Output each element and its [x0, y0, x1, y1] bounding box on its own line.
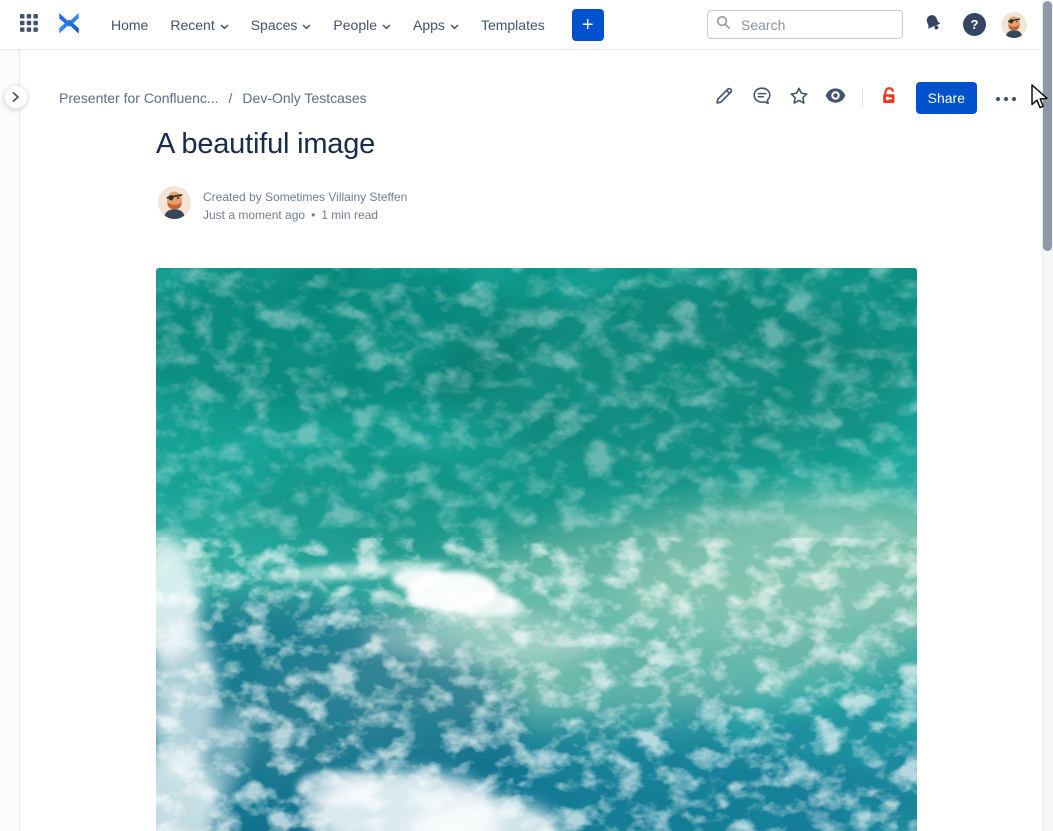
share-button[interactable]: Share	[916, 82, 977, 114]
chevron-down-icon	[450, 17, 459, 33]
nav-label: Spaces	[251, 17, 298, 33]
chevron-down-icon	[382, 17, 391, 33]
bell-icon	[922, 12, 944, 37]
collapsed-sidebar-rail	[0, 50, 20, 831]
nav-label: Templates	[481, 17, 545, 33]
create-button[interactable]: +	[572, 9, 604, 41]
notifications-button[interactable]	[918, 8, 948, 41]
vertical-scrollbar[interactable]	[1042, 0, 1053, 831]
nav-item-apps[interactable]: Apps	[402, 11, 470, 39]
global-search[interactable]	[707, 10, 903, 39]
chevron-right-icon	[12, 90, 20, 105]
byline-created-by: Created by Sometimes Villainy Steffen	[203, 188, 407, 206]
comment-button[interactable]	[748, 84, 776, 112]
nav-label: Apps	[413, 17, 445, 33]
ocean-image	[156, 268, 917, 831]
help-button[interactable]: ?	[963, 13, 986, 36]
byline-meta: Created by Sometimes Villainy Steffen Ju…	[203, 186, 407, 224]
star-icon	[788, 85, 810, 112]
nav-item-spaces[interactable]: Spaces	[240, 11, 323, 39]
comment-icon	[751, 85, 773, 112]
app-switcher-button[interactable]	[14, 8, 44, 41]
breadcrumb-space-link[interactable]: Presenter for Confluenc...	[59, 90, 219, 106]
expand-sidebar-button[interactable]	[4, 85, 28, 109]
nav-item-recent[interactable]: Recent	[159, 11, 239, 39]
unlocked-icon	[879, 85, 899, 111]
user-avatar[interactable]	[1001, 12, 1027, 38]
breadcrumb-separator: /	[229, 90, 233, 106]
breadcrumb-page-link[interactable]: Dev-Only Testcases	[242, 90, 366, 106]
nav-item-people[interactable]: People	[322, 11, 402, 39]
search-input[interactable]	[739, 16, 893, 34]
more-icon	[995, 89, 1017, 107]
navbar-right: ?	[707, 8, 1053, 41]
pencil-icon	[714, 85, 735, 111]
confluence-logo	[56, 10, 82, 39]
breadcrumb: Presenter for Confluenc... / Dev-Only Te…	[59, 90, 367, 106]
favorite-button[interactable]	[785, 84, 813, 112]
navbar-left: Home Recent Spaces People Apps	[0, 6, 604, 43]
top-navbar: Home Recent Spaces People Apps	[0, 0, 1053, 50]
more-actions-button[interactable]	[992, 84, 1020, 112]
watch-button[interactable]	[822, 84, 850, 112]
home-logo-button[interactable]	[52, 6, 86, 43]
page-title: A beautiful image	[156, 128, 375, 161]
actions-divider	[862, 88, 863, 108]
restrictions-button[interactable]	[875, 84, 903, 112]
primary-nav: Home Recent Spaces People Apps	[100, 11, 556, 39]
nav-label: Recent	[170, 17, 214, 33]
nav-label: People	[333, 17, 377, 33]
nav-item-home[interactable]: Home	[100, 11, 159, 39]
page-actions: Share	[711, 82, 1020, 114]
byline-read-time: 1 min read	[321, 206, 378, 224]
nav-label: Home	[111, 17, 148, 33]
author-avatar[interactable]	[158, 186, 191, 219]
nav-item-templates[interactable]: Templates	[470, 11, 556, 39]
search-icon	[716, 15, 731, 35]
chevron-down-icon	[220, 17, 229, 33]
confluence-app: Home Recent Spaces People Apps	[0, 0, 1053, 831]
help-icon: ?	[971, 17, 979, 32]
scrollbar-thumb[interactable]	[1043, 1, 1052, 251]
chevron-down-icon	[302, 17, 311, 33]
eye-icon	[824, 84, 847, 112]
byline: Created by Sometimes Villainy Steffen Ju…	[158, 186, 407, 224]
byline-dot: •	[311, 206, 315, 224]
edit-button[interactable]	[711, 84, 739, 112]
byline-updated: Just a moment ago	[203, 206, 305, 224]
grid-icon	[18, 12, 40, 37]
